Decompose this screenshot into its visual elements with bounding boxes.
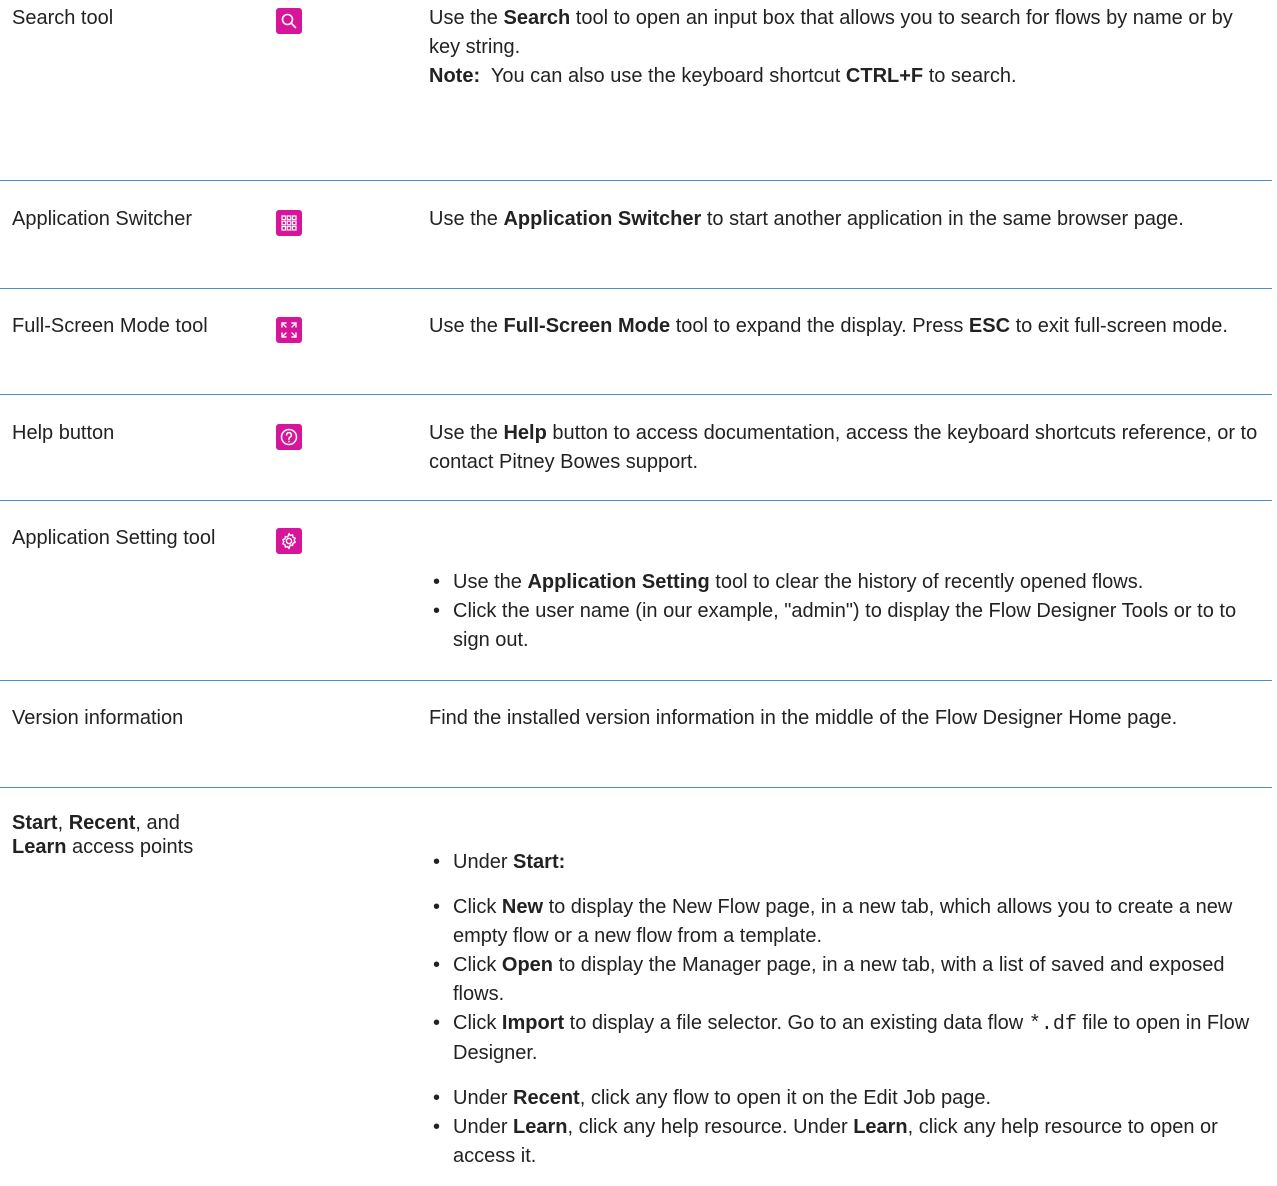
row-desc-full-screen-mode: Use the Full-Screen Mode tool to expand … (429, 315, 1228, 337)
row-label-application-switcher: Application Switcher (12, 208, 193, 230)
list-item: Click the user name (in our example, "ad… (429, 597, 1269, 655)
row-label-help-button: Help button (12, 422, 115, 444)
sub-list-item: Click Import to display a file selector.… (429, 1009, 1269, 1068)
divider (0, 288, 1272, 289)
row-label-application-setting: Application Setting tool (12, 527, 216, 549)
list-item: Under Recent, click any flow to open it … (429, 1084, 1269, 1113)
row-label-access-points: Start, Recent, and Learn access points (12, 812, 194, 858)
row-desc-access-points: Under Start: Click New to display the Ne… (429, 848, 1269, 1171)
list-item: Under Start: Click New to display the Ne… (429, 848, 1269, 1068)
fullscreen-icon (276, 317, 302, 343)
divider (0, 180, 1272, 181)
sub-list-item: Click New to display the New Flow page, … (429, 893, 1269, 951)
row-desc-application-switcher: Use the Application Switcher to start an… (429, 208, 1184, 230)
help-icon (276, 424, 302, 450)
sub-list-item: Click Open to display the Manager page, … (429, 951, 1269, 1009)
divider (0, 787, 1272, 788)
code-snippet: *.df (1028, 1013, 1077, 1036)
divider (0, 394, 1272, 395)
row-label-full-screen-mode: Full-Screen Mode tool (12, 315, 208, 337)
note: Note: You can also use the keyboard shor… (429, 65, 1017, 87)
row-label-version-information: Version information (12, 707, 184, 729)
list-item: Use the Application Setting tool to clea… (429, 568, 1269, 597)
gear-icon (276, 528, 302, 554)
list-item: Under Learn, click any help resource. Un… (429, 1113, 1269, 1171)
grid-icon (276, 210, 302, 236)
divider (0, 680, 1272, 681)
row-desc-help-button: Use the Help button to access documentat… (429, 422, 1258, 473)
row-desc-application-setting: Use the Application Setting tool to clea… (429, 568, 1269, 655)
divider (0, 500, 1272, 501)
row-desc-search-tool: Use the Search tool to open an input box… (429, 4, 1269, 91)
row-label-search-tool: Search tool (12, 7, 114, 29)
row-desc-version-information: Find the installed version information i… (429, 707, 1178, 729)
search-icon (276, 8, 302, 34)
